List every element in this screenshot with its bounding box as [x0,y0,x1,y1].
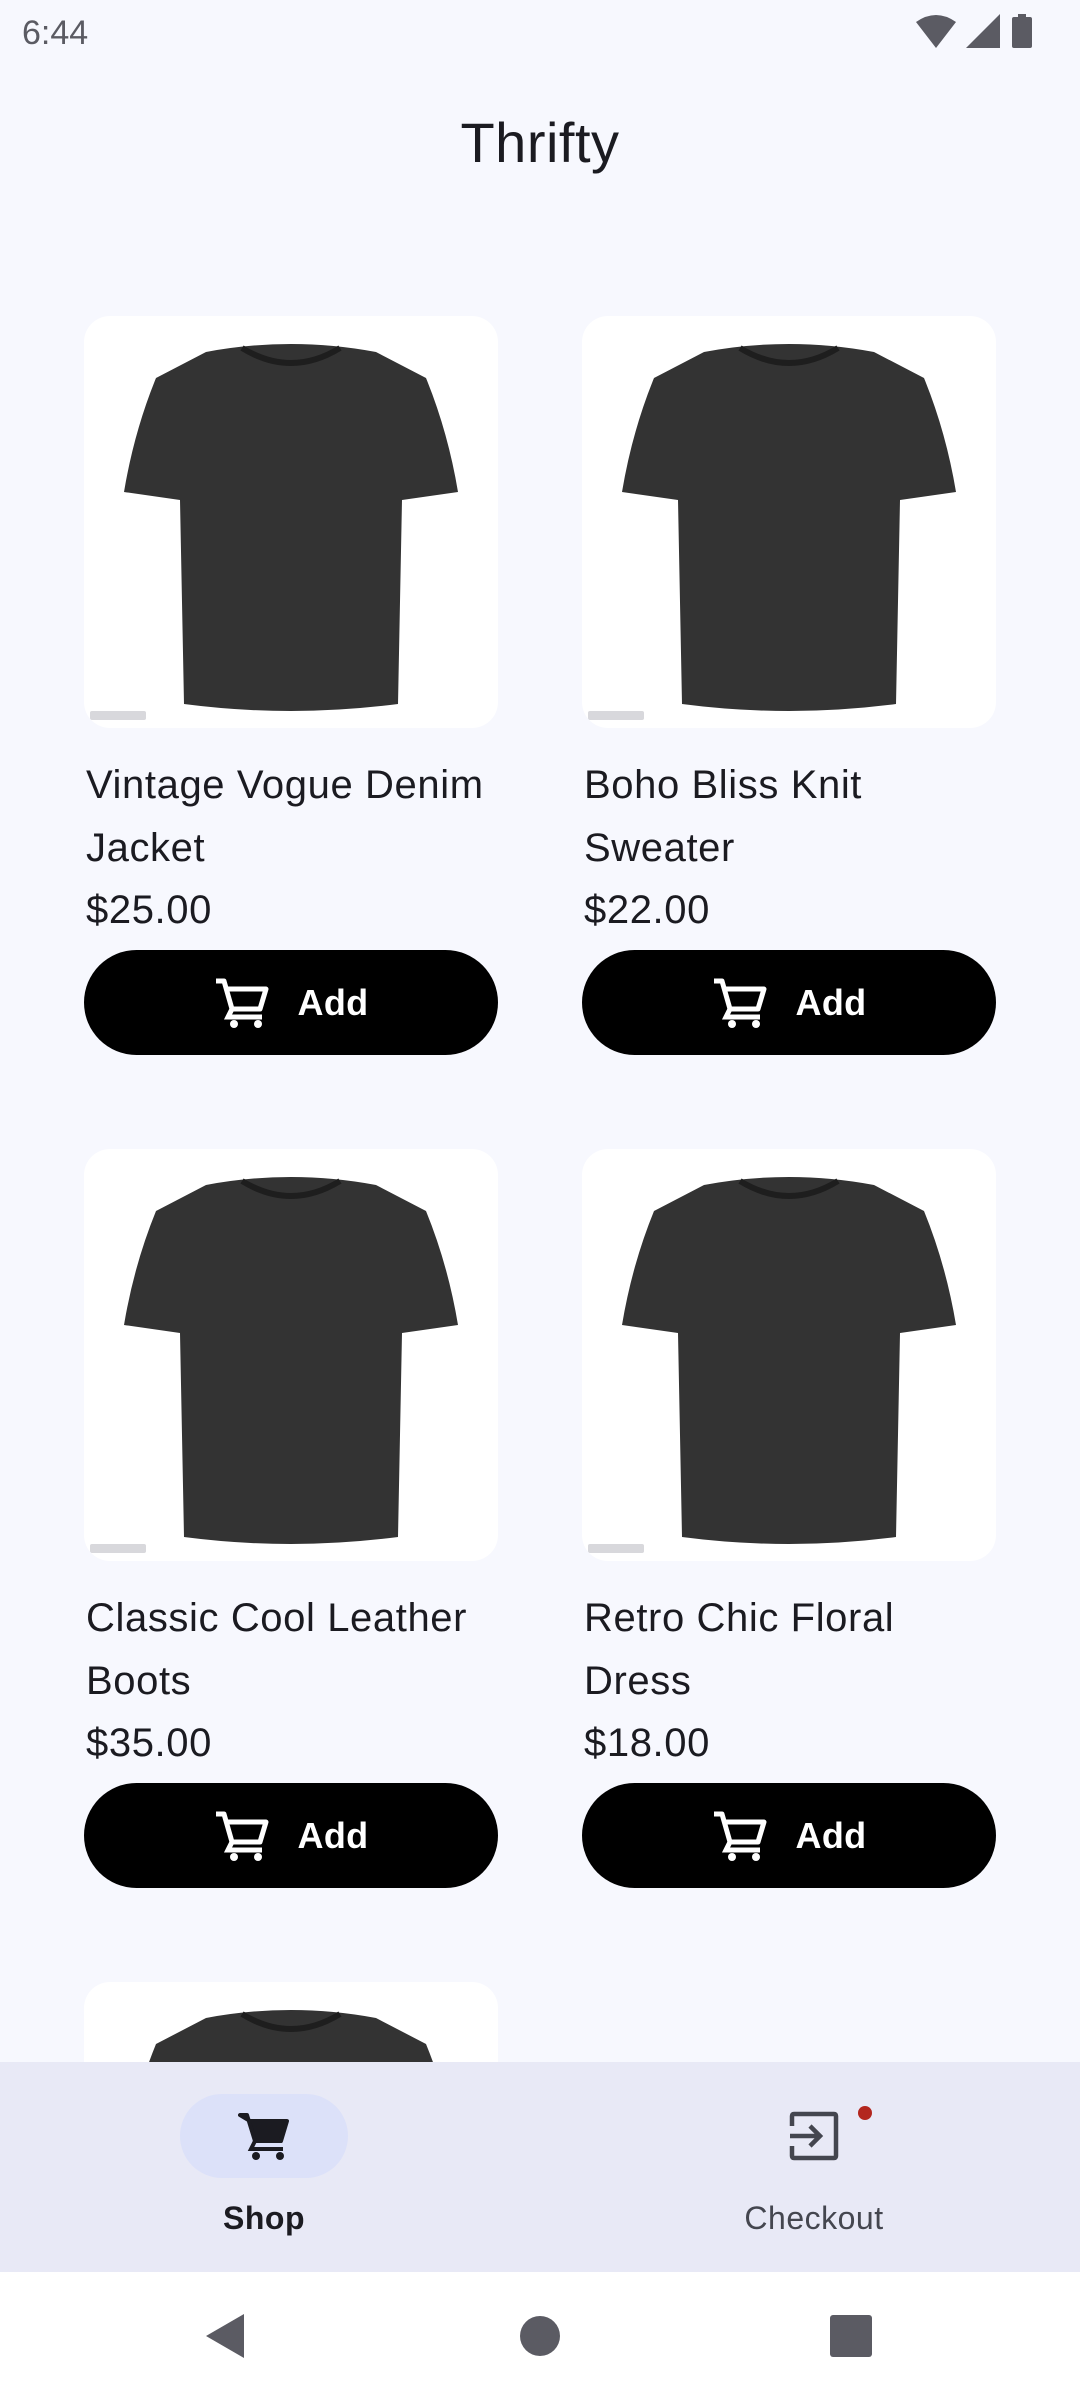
back-icon[interactable] [204,2312,248,2360]
nav-label-checkout: Checkout [744,2200,884,2236]
add-to-cart-button[interactable]: Add [84,1783,498,1888]
add-button-label: Add [795,981,867,1023]
add-to-cart-button[interactable]: Add [84,950,498,1055]
shopping-cart-icon [238,2113,289,2160]
product-price: $18.00 [584,1721,710,1765]
home-icon[interactable] [518,2314,562,2358]
product-image[interactable] [84,1982,498,2062]
tshirt-image [149,2010,433,2062]
watermark [588,1544,644,1553]
product-name: Vintage Vogue Denim Jacket [86,763,484,870]
add-to-cart-icon [215,1811,269,1861]
tshirt-image [622,1177,956,1544]
tshirt-image [124,1177,458,1544]
add-to-cart-icon [713,978,767,1028]
product-image[interactable] [84,316,498,728]
product-price: $35.00 [86,1721,212,1765]
watermark [588,711,644,720]
tshirt-image [124,344,458,711]
add-to-cart-button[interactable]: Add [582,1783,996,1888]
checkout-exit-icon [789,2111,839,2161]
notification-badge [858,2106,872,2120]
product-image[interactable] [582,316,996,728]
product-name: Retro Chic Floral Dress [584,1596,895,1703]
add-to-cart-icon [713,1811,767,1861]
add-button-label: Add [297,981,369,1023]
nav-icon-container [730,2094,898,2178]
nav-active-indicator [180,2094,348,2178]
add-to-cart-icon [215,978,269,1028]
product-price: $22.00 [584,888,710,932]
add-button-label: Add [795,1814,867,1856]
recents-icon[interactable] [830,2315,872,2357]
system-navigation-bar [0,2272,1080,2400]
product-name: Boho Bliss Knit Sweater [584,763,863,870]
nav-label-shop: Shop [223,2200,305,2236]
nav-item-checkout[interactable]: Checkout [670,2062,970,2272]
add-to-cart-button[interactable]: Add [582,950,996,1055]
product-name: Classic Cool Leather Boots [86,1596,468,1703]
add-button-label: Add [297,1814,369,1856]
watermark [90,711,146,720]
product-image[interactable] [582,1149,996,1561]
app-title: Thrifty [460,111,620,174]
tshirt-image [622,344,956,711]
bottom-navigation: Shop Checkout [0,2062,1080,2272]
nav-item-shop[interactable]: Shop [120,2062,420,2272]
product-price: $25.00 [86,888,212,932]
watermark [90,1544,146,1553]
product-list[interactable]: Thrifty Vintage Vogue Denim Jacket $25.0… [0,0,1080,2062]
product-image[interactable] [84,1149,498,1561]
